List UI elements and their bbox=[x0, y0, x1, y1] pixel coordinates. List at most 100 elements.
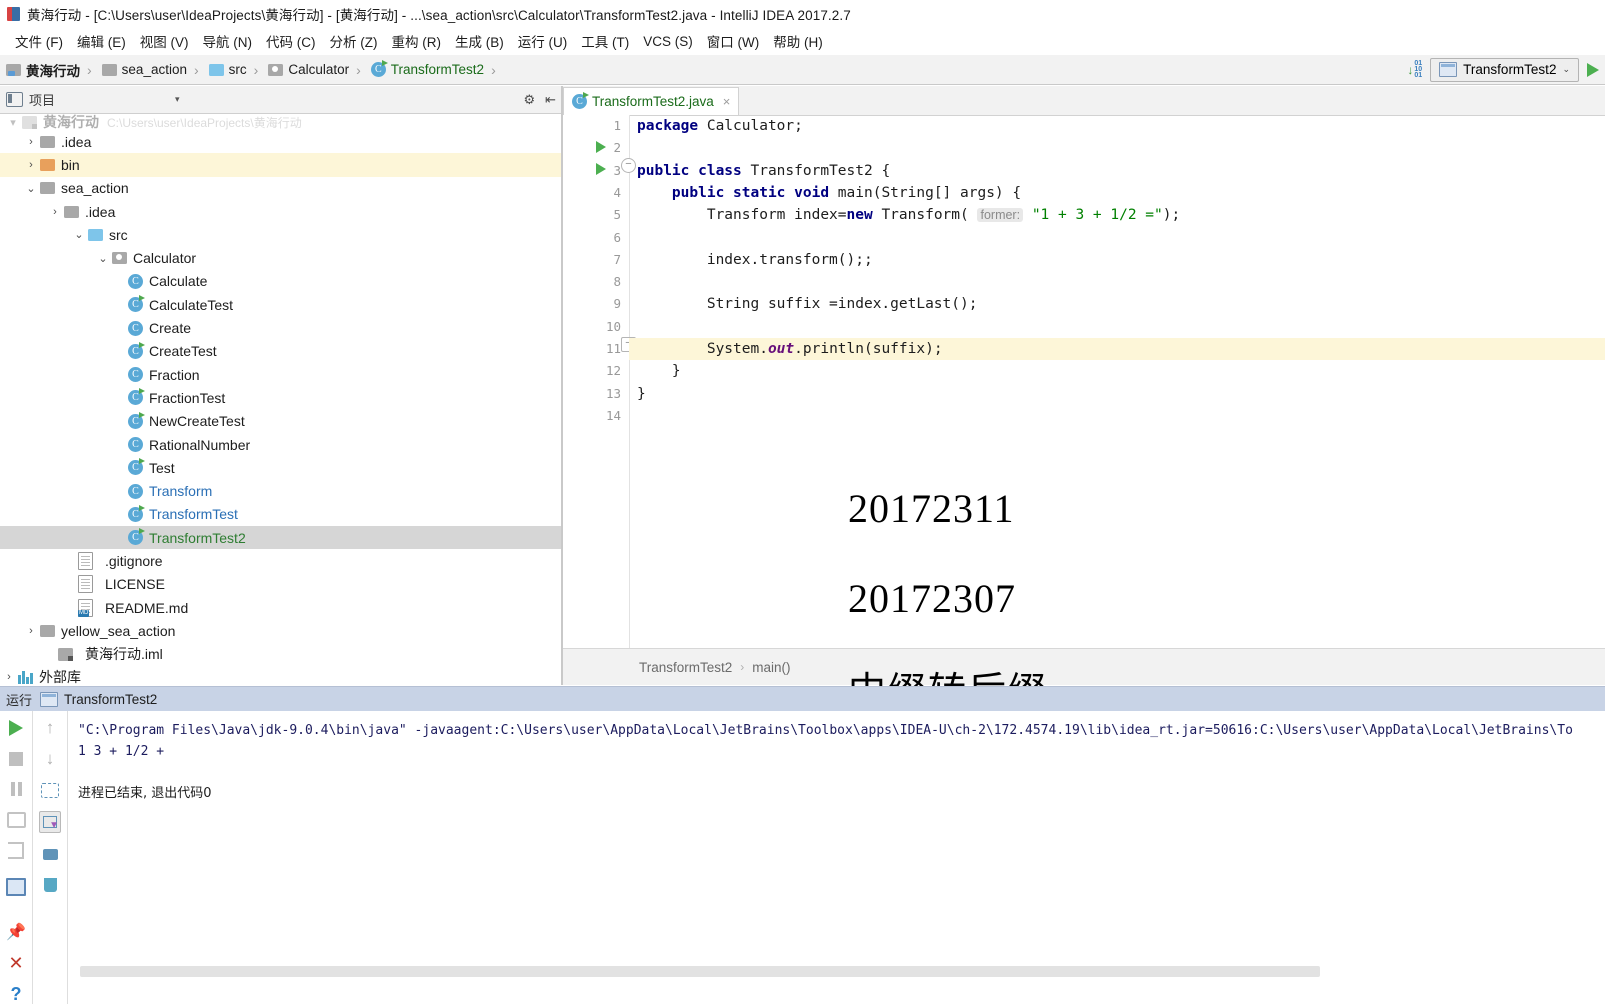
menu-run[interactable]: 运行 (U) bbox=[511, 28, 575, 54]
tree-row-sea-action[interactable]: ⌄ sea_action bbox=[0, 177, 562, 200]
tree-row-sea-idea[interactable]: › .idea bbox=[0, 200, 562, 223]
close-icon[interactable]: × bbox=[723, 94, 731, 109]
tree-row-root[interactable]: ▾ 黄海行动 C:\Users\user\IdeaProjects\黄海行动 bbox=[0, 114, 562, 130]
console-output[interactable]: "C:\Program Files\Java\jdk-9.0.4\bin\jav… bbox=[68, 711, 1605, 1004]
menu-build[interactable]: 生成 (B) bbox=[448, 28, 511, 54]
tree-row-fractiontest[interactable]: C FractionTest bbox=[0, 386, 562, 409]
menu-tools[interactable]: 工具 (T) bbox=[574, 28, 636, 54]
chevron-right-icon[interactable]: › bbox=[22, 625, 40, 637]
tree-row-label: RationalNumber bbox=[149, 436, 251, 453]
breadcrumb-item-src[interactable]: src › bbox=[203, 55, 263, 84]
code-line-12: } bbox=[637, 363, 681, 380]
run-method-gutter-icon[interactable] bbox=[596, 163, 606, 175]
tree-row-bin[interactable]: › bin bbox=[0, 153, 562, 177]
chevron-right-icon[interactable]: › bbox=[22, 136, 40, 148]
dump-threads-button[interactable] bbox=[6, 810, 26, 830]
gear-icon[interactable]: ⚙ bbox=[523, 92, 535, 108]
java-class-icon: C bbox=[128, 273, 143, 289]
menu-edit[interactable]: 编辑 (E) bbox=[70, 28, 133, 54]
resume-button[interactable] bbox=[6, 841, 26, 861]
chevron-down-icon[interactable]: ⌄ bbox=[70, 228, 88, 241]
menu-navigate[interactable]: 导航 (N) bbox=[196, 28, 260, 54]
menu-refactor[interactable]: 重构 (R) bbox=[385, 28, 449, 54]
console-view-button[interactable] bbox=[6, 877, 26, 897]
breadcrumb-item-project[interactable]: 黄海行动 › bbox=[0, 55, 96, 84]
prev-occurrence-button[interactable]: ↑ bbox=[40, 718, 60, 738]
editor-breadcrumb-class[interactable]: TransformTest2 bbox=[639, 660, 732, 675]
tree-row-test[interactable]: C Test bbox=[0, 456, 562, 479]
next-occurrence-button[interactable]: ↓ bbox=[40, 749, 60, 769]
chevron-down-icon[interactable]: ▾ bbox=[4, 116, 22, 129]
rerun-button[interactable] bbox=[6, 718, 26, 738]
soft-wrap-button[interactable] bbox=[40, 780, 60, 800]
tree-row-yellow-sea-action[interactable]: › yellow_sea_action bbox=[0, 619, 562, 642]
line-number: 11 bbox=[605, 341, 621, 356]
editor-tab-transformtest2[interactable]: C TransformTest2.java × bbox=[563, 87, 740, 115]
run-configuration-selector[interactable]: TransformTest2 ⌄ bbox=[1430, 57, 1579, 82]
menu-view[interactable]: 视图 (V) bbox=[133, 28, 196, 54]
pause-button[interactable] bbox=[6, 779, 26, 799]
file-icon bbox=[78, 551, 93, 570]
chevron-right-icon[interactable]: › bbox=[0, 671, 18, 683]
help-button[interactable]: ? bbox=[6, 984, 26, 1004]
line-number: 10 bbox=[605, 318, 621, 334]
close-button[interactable]: ✕ bbox=[6, 953, 26, 973]
tree-row-iml[interactable]: 黄海行动.iml bbox=[0, 643, 562, 666]
stop-button[interactable] bbox=[6, 749, 26, 769]
chevron-down-icon[interactable]: ▾ bbox=[175, 94, 180, 105]
console-horizontal-scrollbar[interactable] bbox=[80, 966, 1320, 977]
menu-bar[interactable]: 文件 (F) 编辑 (E) 视图 (V) 导航 (N) 代码 (C) 分析 (Z… bbox=[0, 27, 1605, 55]
tree-row-gitignore[interactable]: .gitignore bbox=[0, 549, 562, 572]
breadcrumb-separator: › bbox=[491, 61, 496, 78]
tree-row-idea[interactable]: › .idea bbox=[0, 130, 562, 153]
breadcrumb-item-sea-action[interactable]: sea_action › bbox=[96, 55, 203, 84]
editor-breadcrumb-method[interactable]: main() bbox=[752, 660, 790, 675]
tree-row-readme[interactable]: MD README.md bbox=[0, 596, 562, 619]
run-tool-window-header: 运行 TransformTest2 bbox=[0, 686, 1605, 711]
update-project-icon[interactable]: ↓ 01 10 01 bbox=[1407, 60, 1422, 79]
scroll-to-end-button[interactable]: ▼ bbox=[39, 811, 61, 833]
tree-row-calculate[interactable]: C Calculate bbox=[0, 270, 562, 293]
chevron-right-icon[interactable]: › bbox=[22, 159, 40, 171]
menu-analyze[interactable]: 分析 (Z) bbox=[323, 28, 385, 54]
tree-row-rationalnumber[interactable]: C RationalNumber bbox=[0, 433, 562, 456]
project-tree[interactable]: ▾ 黄海行动 C:\Users\user\IdeaProjects\黄海行动 ›… bbox=[0, 114, 562, 685]
markdown-file-icon: MD bbox=[78, 598, 93, 617]
chevron-right-icon[interactable]: › bbox=[46, 206, 64, 218]
tree-row-transform[interactable]: C Transform bbox=[0, 479, 562, 502]
java-class-runnable-icon: C bbox=[128, 458, 145, 476]
tree-row-license[interactable]: LICENSE bbox=[0, 573, 562, 596]
collapse-icon[interactable]: ⇤ bbox=[545, 92, 556, 108]
editor-gutter[interactable]: 1 2 3 4 5 6 7 8 9 10 11 12 13 14 bbox=[563, 115, 630, 648]
chevron-down-icon[interactable]: ⌄ bbox=[22, 182, 40, 195]
menu-help[interactable]: 帮助 (H) bbox=[766, 28, 830, 54]
tree-row-label: CreateTest bbox=[149, 343, 217, 360]
tree-row-fraction[interactable]: C Fraction bbox=[0, 363, 562, 386]
run-class-gutter-icon[interactable] bbox=[596, 141, 606, 153]
menu-window[interactable]: 窗口 (W) bbox=[700, 28, 766, 54]
code-content[interactable]: package Calculator; public class Transfo… bbox=[629, 115, 1605, 648]
tree-row-createtest[interactable]: C CreateTest bbox=[0, 340, 562, 363]
pin-tab-button[interactable]: 📌 bbox=[6, 922, 26, 942]
tree-row-transformtest[interactable]: C TransformTest bbox=[0, 503, 562, 526]
tree-row-newcreatetest[interactable]: C NewCreateTest bbox=[0, 410, 562, 433]
print-button[interactable] bbox=[40, 844, 60, 864]
tree-row-transformtest2[interactable]: C TransformTest2 bbox=[0, 526, 562, 550]
breadcrumb-item-calculator[interactable]: Calculator › bbox=[262, 55, 364, 84]
clear-all-button[interactable] bbox=[40, 875, 60, 895]
tree-row-calculator[interactable]: ⌄ Calculator bbox=[0, 246, 562, 269]
breadcrumb-item-transformtest2[interactable]: C TransformTest2 › bbox=[365, 55, 500, 84]
java-class-runnable-icon: C bbox=[128, 341, 145, 359]
run-tool-window-body: 📌 ✕ ? ↑ ↓ ▼ "C:\Program Files\Java\jdk-9… bbox=[0, 711, 1605, 1004]
run-tab-label[interactable]: TransformTest2 bbox=[64, 692, 157, 707]
run-button[interactable] bbox=[1587, 62, 1599, 77]
tree-row-create[interactable]: C Create bbox=[0, 316, 562, 339]
tree-row-external-libraries[interactable]: › 外部库 bbox=[0, 666, 562, 685]
tree-row-src[interactable]: ⌄ src bbox=[0, 223, 562, 246]
tree-row-calculatetest[interactable]: C CalculateTest bbox=[0, 293, 562, 316]
menu-code[interactable]: 代码 (C) bbox=[259, 28, 323, 54]
menu-file[interactable]: 文件 (F) bbox=[8, 28, 70, 54]
chevron-down-icon[interactable]: ⌄ bbox=[94, 252, 112, 265]
menu-vcs[interactable]: VCS (S) bbox=[636, 31, 700, 52]
